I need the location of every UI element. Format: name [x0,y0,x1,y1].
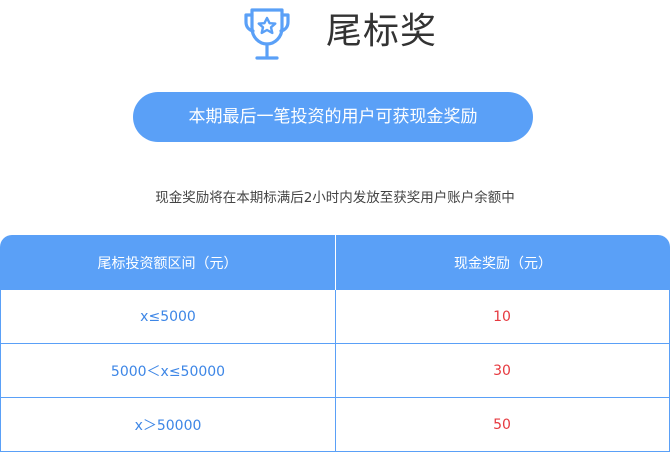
table-row: 5000＜x≤50000 30 [0,344,670,398]
table-row: x＞50000 50 [0,398,670,452]
table-row: x≤5000 10 [0,290,670,344]
table-body: x≤5000 10 5000＜x≤50000 30 x＞50000 50 [0,290,670,452]
reward-table: 尾标投资额区间（元） 现金奖励（元） x≤5000 10 5000＜x≤5000… [0,235,670,452]
page-title: 尾标奖 [326,11,438,52]
reward-cell: 10 [335,290,670,344]
info-banner: 本期最后一笔投资的用户可获现金奖励 [133,92,533,142]
range-cell: x＞50000 [0,398,336,452]
reward-cell: 50 [335,398,670,452]
range-cell: 5000＜x≤50000 [0,344,336,398]
reward-note: 现金奖励将在本期标满后2小时内发放至获奖用户账户余额中 [155,190,515,206]
table-header: 尾标投资额区间（元） 现金奖励（元） [0,235,670,290]
banner-text: 本期最后一笔投资的用户可获现金奖励 [188,107,478,127]
trophy-star-icon [244,8,290,60]
header: 尾标奖 [0,0,670,72]
range-cell: x≤5000 [0,290,336,344]
header-reward: 现金奖励（元） [454,255,552,272]
header-range: 尾标投资额区间（元） [97,255,238,272]
reward-cell: 30 [335,344,670,398]
